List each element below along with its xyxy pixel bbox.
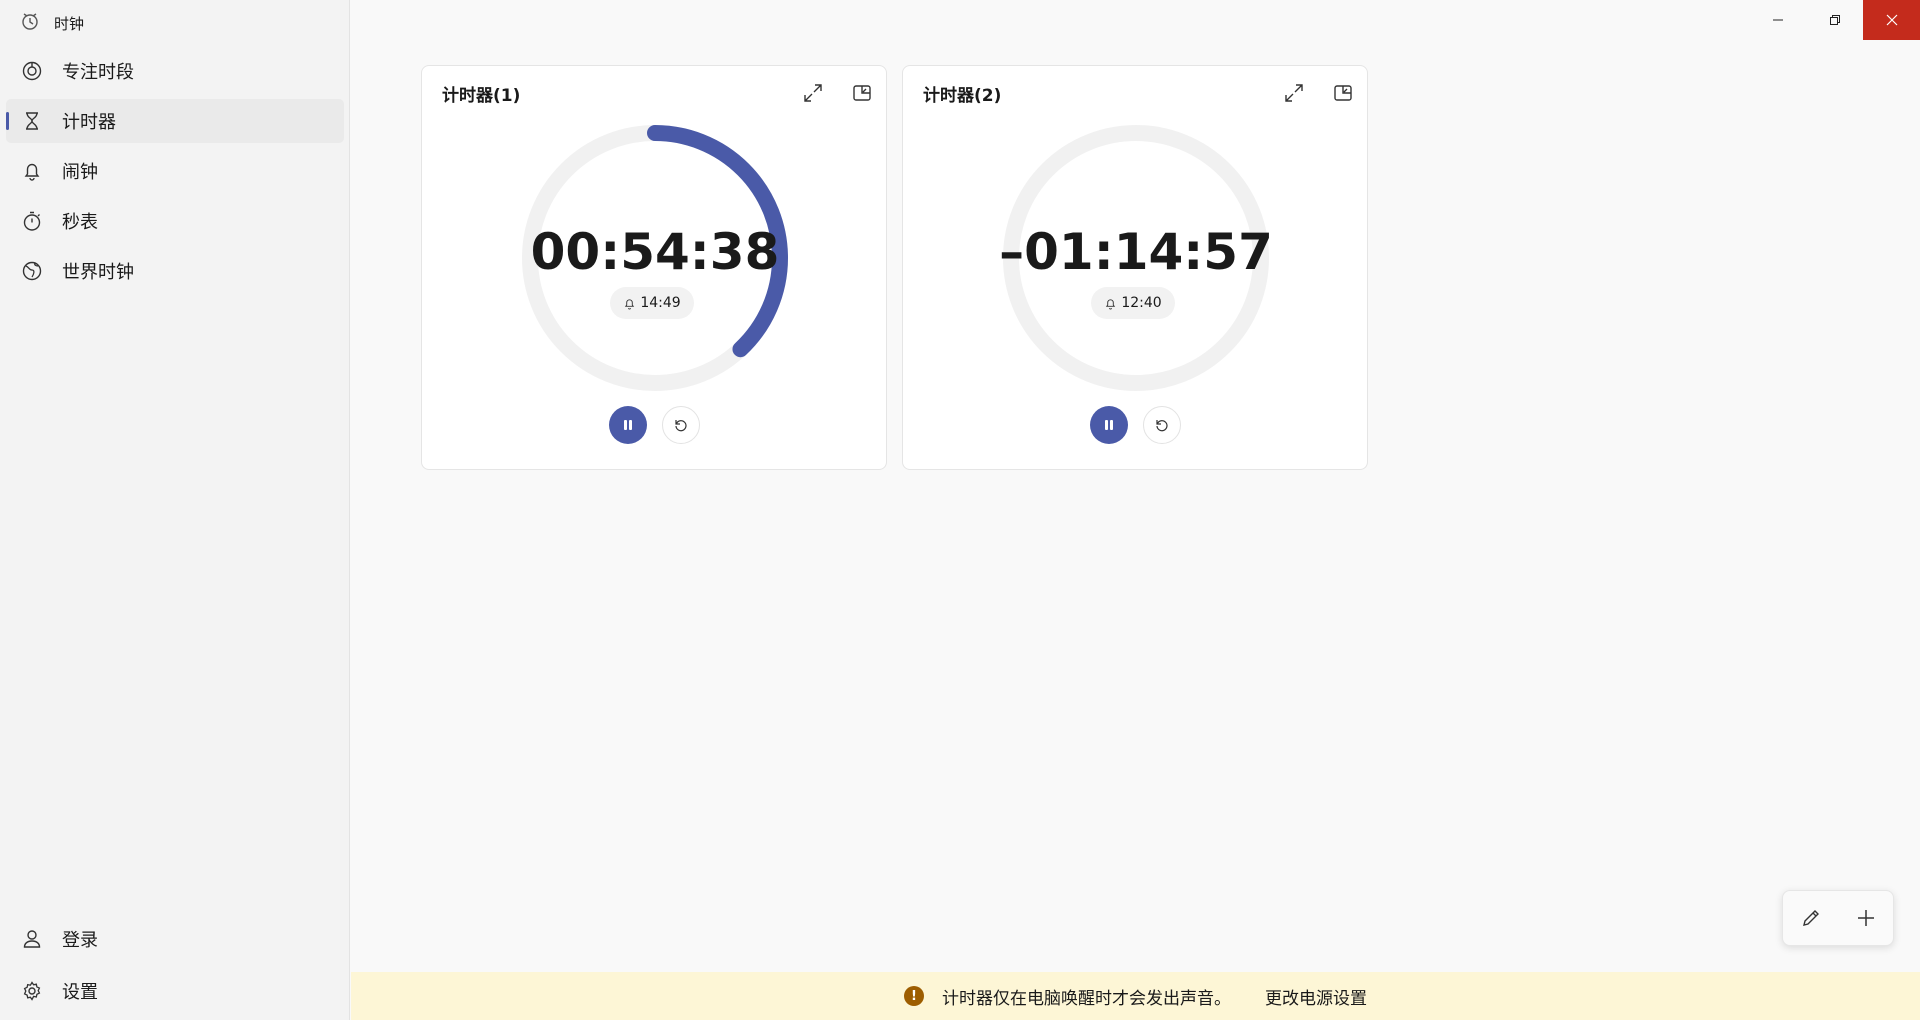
add-timer-button[interactable] [1846,898,1886,938]
timer-title: 计时器(2) [923,86,1002,106]
reset-icon [1156,420,1168,432]
pause-button[interactable] [609,406,647,444]
pencil-icon [1802,910,1819,926]
reset-button[interactable] [1143,406,1181,444]
compact-overlay-icon [853,85,871,101]
expand-icon [1285,84,1303,102]
reset-button[interactable] [662,406,700,444]
banner-message: 计时器仅在电脑唤醒时才会发出声音。 [942,988,1231,1009]
pin-on-top-button[interactable] [1328,78,1358,108]
restore-icon [1829,15,1840,25]
end-time-badge: 12:40 [1091,287,1175,319]
sidebar-item-label: 计时器 [62,112,116,133]
app-title: 时钟 [20,12,84,34]
sidebar: 时钟 专注时段 计时器 闹钟 秒表 世界时钟 登录 设置 [0,0,350,1020]
clock-app-icon [20,11,40,35]
sidebar-item-label: 登录 [62,930,98,951]
restore-button[interactable] [1806,0,1863,40]
timer-card: 计时器(2) –01:14:57 12:40 [902,65,1368,470]
end-time-text: 14:49 [640,295,681,311]
pause-icon [624,420,632,430]
focus-icon [20,59,44,83]
warning-icon: ! [904,986,924,1006]
reset-icon [675,420,687,432]
remaining-time: –01:14:57 [999,223,1273,281]
sidebar-item-label: 秒表 [62,212,98,233]
stopwatch-icon [20,209,44,233]
timer-actions-toolbar [1782,890,1894,946]
sidebar-item-settings[interactable]: 设置 [6,969,344,1013]
change-power-settings-link[interactable]: 更改电源设置 [1265,984,1367,1009]
app-title-text: 时钟 [54,14,85,33]
remaining-time: 00:54:38 [530,223,780,281]
sidebar-item-focus[interactable]: 专注时段 [6,49,344,93]
minimize-button[interactable] [1749,0,1806,40]
minimize-icon [1772,19,1783,21]
close-icon [1886,14,1897,26]
sidebar-item-world-clock[interactable]: 世界时钟 [6,249,344,293]
sidebar-item-label: 专注时段 [62,62,134,83]
gear-icon [20,979,44,1003]
close-button[interactable] [1863,0,1920,40]
plus-icon [1857,910,1874,926]
expand-button[interactable] [798,78,828,108]
pause-button[interactable] [1090,406,1128,444]
sidebar-item-stopwatch[interactable]: 秒表 [6,199,344,243]
end-time-text: 12:40 [1121,295,1162,311]
sidebar-item-label: 设置 [62,982,98,1003]
globe-icon [20,259,44,283]
compact-overlay-icon [1334,85,1352,101]
end-time-badge: 14:49 [610,287,694,319]
sidebar-item-label: 世界时钟 [62,262,134,283]
hourglass-icon [20,109,44,133]
sidebar-item-label: 闹钟 [62,162,98,183]
expand-icon [804,84,822,102]
bell-icon [20,159,44,183]
sidebar-item-sign-in[interactable]: 登录 [6,917,344,961]
sidebar-item-timer[interactable]: 计时器 [6,99,344,143]
timer-title: 计时器(1) [442,86,521,106]
expand-button[interactable] [1279,78,1309,108]
pin-on-top-button[interactable] [847,78,877,108]
pause-icon [1105,420,1113,430]
power-warning-banner: ! 计时器仅在电脑唤醒时才会发出声音。 更改电源设置 [351,972,1920,1020]
sidebar-item-alarm[interactable]: 闹钟 [6,149,344,193]
timer-card: 计时器(1) 00:54:38 14:49 [421,65,887,470]
bell-icon [1106,298,1116,310]
bell-icon [625,298,635,310]
person-icon [20,927,44,951]
edit-timers-button[interactable] [1791,898,1831,938]
